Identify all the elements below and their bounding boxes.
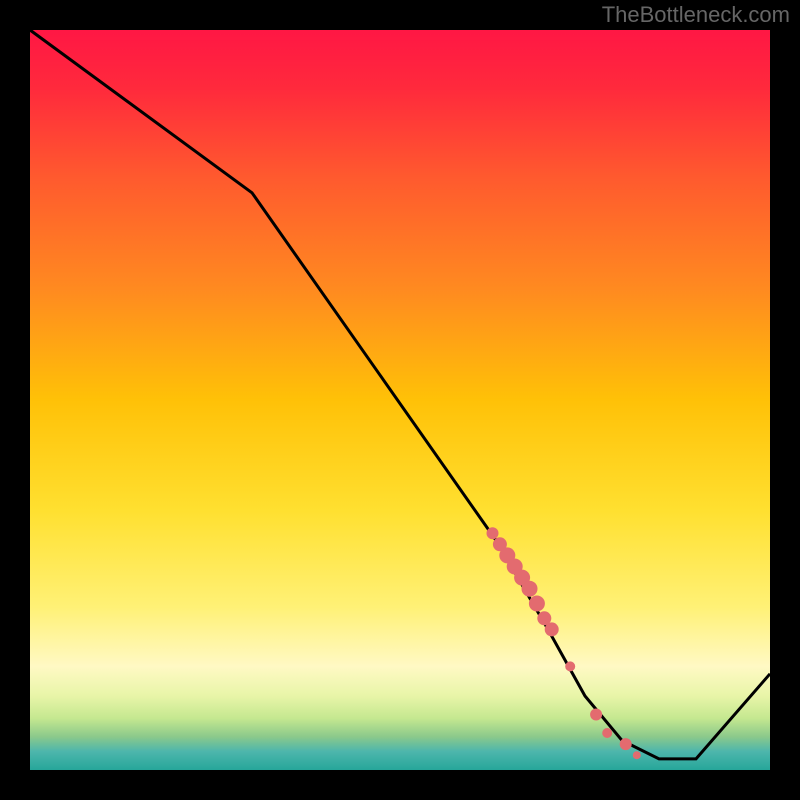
chart-container: TheBottleneck.com — [0, 0, 800, 800]
plot-background — [30, 30, 770, 770]
watermark: TheBottleneck.com — [602, 2, 790, 28]
data-marker — [633, 751, 641, 759]
data-marker — [620, 738, 632, 750]
bottleneck-chart — [0, 0, 800, 800]
data-marker — [590, 709, 602, 721]
data-marker — [545, 622, 559, 636]
data-marker — [529, 596, 545, 612]
data-marker — [602, 728, 612, 738]
data-marker — [565, 661, 575, 671]
data-marker — [487, 527, 499, 539]
data-marker — [522, 581, 538, 597]
